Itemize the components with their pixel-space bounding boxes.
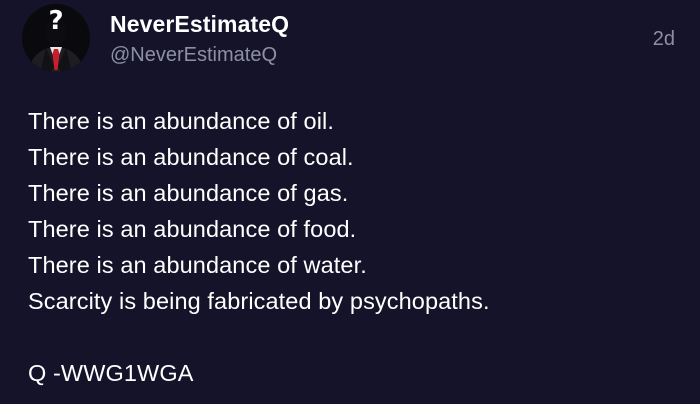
post-line: There is an abundance of food.	[28, 216, 357, 242]
post-card: ? NeverEstimateQ @NeverEstimateQ 2d Ther…	[0, 0, 700, 404]
display-name[interactable]: NeverEstimateQ	[110, 10, 289, 38]
post-line: There is an abundance of oil.	[28, 108, 334, 134]
timestamp[interactable]: 2d	[653, 28, 675, 51]
avatar[interactable]: ?	[22, 4, 90, 72]
post-line: Scarcity is being fabricated by psychopa…	[28, 288, 490, 314]
post-signature: Q -WWG1WGA	[28, 360, 194, 386]
question-mark-glyph: ?	[48, 6, 64, 36]
post-body: There is an abundance of oil. There is a…	[28, 103, 678, 391]
post-line: There is an abundance of gas.	[28, 180, 349, 206]
post-line: There is an abundance of coal.	[28, 144, 354, 170]
username[interactable]: @NeverEstimateQ	[110, 43, 289, 67]
post-line: There is an abundance of water.	[28, 252, 367, 278]
author-block: NeverEstimateQ @NeverEstimateQ	[110, 10, 289, 67]
